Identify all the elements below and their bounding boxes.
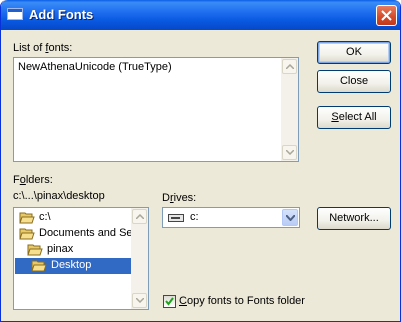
network-button[interactable]: Network... — [317, 207, 391, 230]
fonts-listbox[interactable]: NewAthenaUnicode (TrueType) — [13, 57, 299, 162]
folder-item-documents-and-settings[interactable]: Documents and Se — [19, 226, 148, 242]
scroll-up-button[interactable] — [282, 59, 297, 74]
folder-item-desktop[interactable]: Desktop — [15, 258, 132, 274]
close-window-button[interactable] — [376, 5, 397, 26]
arrow-down-icon — [286, 150, 294, 155]
folder-item-pinax[interactable]: pinax — [27, 242, 127, 258]
open-folder-icon — [27, 244, 43, 256]
window-icon — [7, 8, 23, 20]
fonts-list-label: List of fonts: — [13, 42, 73, 54]
title-bar[interactable]: Add Fonts — [1, 0, 400, 30]
chevron-down-icon — [286, 215, 295, 221]
copy-fonts-checkbox[interactable] — [163, 295, 176, 308]
arrow-up-icon — [136, 214, 144, 219]
open-folder-icon — [19, 228, 35, 240]
drive-icon — [168, 214, 184, 222]
open-folder-icon — [19, 212, 35, 224]
drives-label: Drives: — [162, 192, 197, 204]
add-fonts-dialog: Add Fonts List of fonts: NewAthenaUnicod… — [0, 0, 401, 322]
select-all-button[interactable]: Select All — [317, 106, 391, 129]
current-folder-path: c:\...\pinax\desktop — [13, 190, 105, 202]
close-button[interactable]: Close — [317, 70, 391, 93]
folders-scrollbar[interactable] — [131, 208, 148, 309]
fonts-list-scrollbar[interactable] — [281, 58, 298, 161]
copy-fonts-label[interactable]: Copy fonts to Fonts folder — [179, 295, 305, 307]
selected-drive: c: — [190, 211, 199, 223]
font-list-item[interactable]: NewAthenaUnicode (TrueType) — [18, 61, 172, 73]
arrow-up-icon — [286, 64, 294, 69]
folder-item-c[interactable]: c:\ — [19, 210, 134, 226]
folders-label: Folders: — [13, 174, 53, 186]
dropdown-arrow-button[interactable] — [282, 209, 298, 226]
ok-button[interactable]: OK — [317, 41, 391, 64]
close-icon — [381, 10, 392, 21]
window-title: Add Fonts — [29, 7, 94, 22]
scroll-up-button[interactable] — [132, 209, 147, 224]
open-folder-icon — [31, 260, 47, 272]
checkmark-icon — [165, 297, 174, 306]
scroll-down-button[interactable] — [132, 293, 147, 308]
arrow-down-icon — [136, 298, 144, 303]
folders-tree[interactable]: c:\ Documents and Se pinax Desktop — [13, 207, 149, 310]
drives-dropdown[interactable]: c: — [162, 207, 300, 228]
scroll-down-button[interactable] — [282, 145, 297, 160]
